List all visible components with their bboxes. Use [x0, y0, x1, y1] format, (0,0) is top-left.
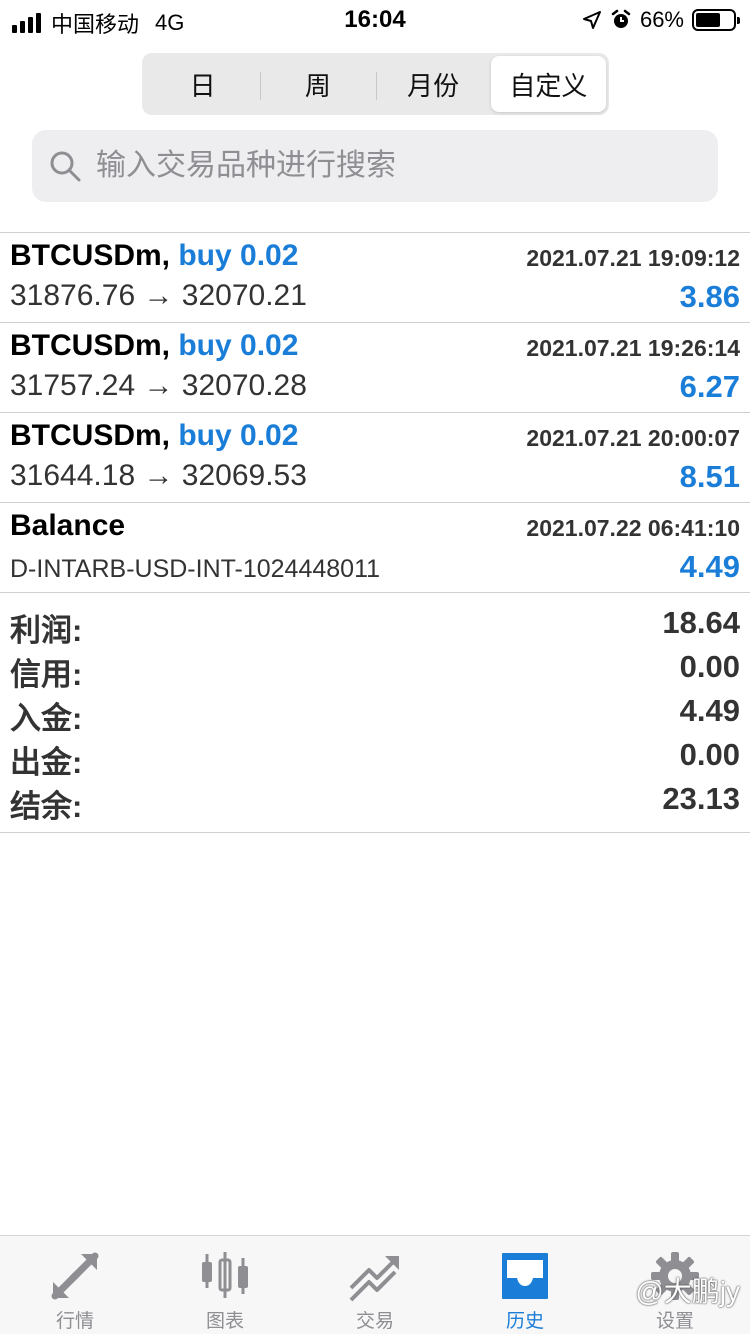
battery-icon [692, 9, 740, 31]
summary-label: 信用: [10, 657, 83, 692]
search-bar[interactable] [32, 130, 718, 202]
deal-row[interactable]: BTCUSDm, buy 0.02 2021.07.21 19:26:14 31… [0, 323, 750, 413]
tab-label: 图表 [205, 1311, 244, 1332]
battery-percent: 66% [639, 7, 684, 32]
tab-label: 行情 [55, 1311, 94, 1332]
status-bar: 中国移动 4G 16:04 66% [0, 0, 750, 40]
deal-profit: 6.27 [679, 369, 740, 404]
deal-prices: 31644.18 → 32069.53 [10, 459, 307, 492]
tab-quotes[interactable]: 行情 [0, 1236, 150, 1334]
deal-type: buy 0.02 [178, 329, 299, 362]
summary-deposit: 入金: 4.49 [0, 691, 750, 736]
history-list: BTCUSDm, buy 0.02 2021.07.21 19:09:12 31… [0, 232, 750, 593]
summary-value: 0.00 [679, 737, 740, 772]
quotes-arrows-icon [51, 1252, 99, 1300]
summary-label: 出金: [10, 745, 83, 780]
period-tab-month[interactable]: 月份 [375, 56, 491, 112]
summary-label: 入金: [10, 701, 83, 736]
deal-symbol: BTCUSDm, [10, 419, 171, 452]
balance-comment: D-INTARB-USD-INT-1024448011 [10, 555, 381, 583]
history-inbox-icon [502, 1253, 548, 1299]
balance-title: Balance [10, 509, 126, 542]
location-arrow-icon [582, 11, 601, 29]
summary-label: 利润: [10, 613, 83, 648]
deal-symbol: BTCUSDm, [10, 329, 171, 362]
deal-symbol: BTCUSDm, [10, 239, 171, 272]
tab-trade[interactable]: 交易 [300, 1236, 450, 1334]
tab-chart[interactable]: 图表 [150, 1236, 300, 1334]
tab-label: 设置 [655, 1311, 694, 1332]
summary-value: 0.00 [679, 649, 740, 684]
deal-row[interactable]: BTCUSDm, buy 0.02 2021.07.21 19:09:12 31… [0, 233, 750, 323]
period-tab-custom[interactable]: 自定义 [490, 56, 606, 112]
search-input[interactable] [96, 149, 696, 183]
deal-prices: 31876.76 → 32070.21 [10, 279, 307, 312]
deal-type: buy 0.02 [178, 239, 299, 272]
deal-time: 2021.07.21 19:09:12 [526, 245, 740, 271]
summary-value: 23.13 [662, 781, 740, 816]
summary-withdrawal: 出金: 0.00 [0, 735, 750, 780]
period-tab-week[interactable]: 周 [260, 56, 375, 112]
deal-profit: 8.51 [679, 459, 740, 494]
period-segmented-control: 日 周 月份 自定义 [142, 53, 609, 115]
period-tab-day[interactable]: 日 [145, 56, 260, 112]
search-icon [50, 151, 81, 182]
watermark: @大鹏jy [635, 1276, 740, 1307]
deal-profit: 3.86 [679, 279, 740, 314]
summary-label: 结余: [10, 789, 83, 824]
deal-title: BTCUSDm, buy 0.02 [10, 239, 298, 273]
deal-title: BTCUSDm, buy 0.02 [10, 419, 298, 453]
deal-time: 2021.07.21 19:26:14 [526, 335, 740, 361]
trade-trend-icon [349, 1256, 399, 1302]
deal-row[interactable]: BTCUSDm, buy 0.02 2021.07.21 20:00:07 31… [0, 413, 750, 503]
deal-title: BTCUSDm, buy 0.02 [10, 329, 298, 363]
candlestick-chart-icon [202, 1252, 248, 1298]
summary-value: 4.49 [679, 693, 740, 728]
deal-prices: 31757.24 → 32070.28 [10, 369, 307, 402]
tab-label: 交易 [355, 1311, 394, 1332]
deal-type: buy 0.02 [178, 419, 299, 452]
balance-amount: 4.49 [679, 549, 740, 584]
summary-credit: 信用: 0.00 [0, 647, 750, 692]
balance-time: 2021.07.22 06:41:10 [526, 515, 740, 541]
balance-row[interactable]: Balance 2021.07.22 06:41:10 D-INTARB-USD… [0, 503, 750, 593]
summary-section: 利润: 18.64 信用: 0.00 入金: 4.49 出金: 0.00 结余:… [0, 603, 750, 833]
tab-label: 历史 [505, 1311, 544, 1332]
summary-value: 18.64 [662, 605, 740, 640]
tab-history[interactable]: 历史 [450, 1236, 600, 1334]
deal-time: 2021.07.21 20:00:07 [526, 425, 740, 451]
summary-profit: 利润: 18.64 [0, 603, 750, 648]
alarm-icon [611, 9, 631, 28]
summary-balance: 结余: 23.13 [0, 779, 750, 824]
